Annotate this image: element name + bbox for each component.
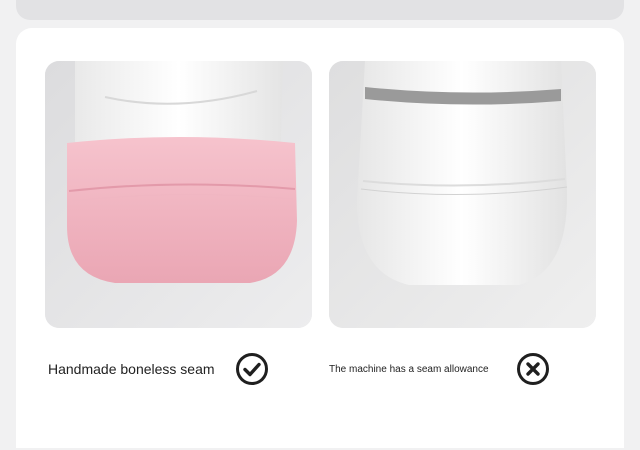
top-banner-edge: [16, 0, 624, 20]
caption-handmade-seam: Handmade boneless seam: [48, 361, 215, 377]
photo-machine-seam-sock: [329, 61, 596, 328]
cross-circle-icon: [517, 353, 549, 385]
photo-handmade-seam-sock: [45, 61, 312, 328]
check-circle-icon: [236, 353, 268, 385]
caption-machine-seam: The machine has a seam allowance: [329, 363, 489, 375]
